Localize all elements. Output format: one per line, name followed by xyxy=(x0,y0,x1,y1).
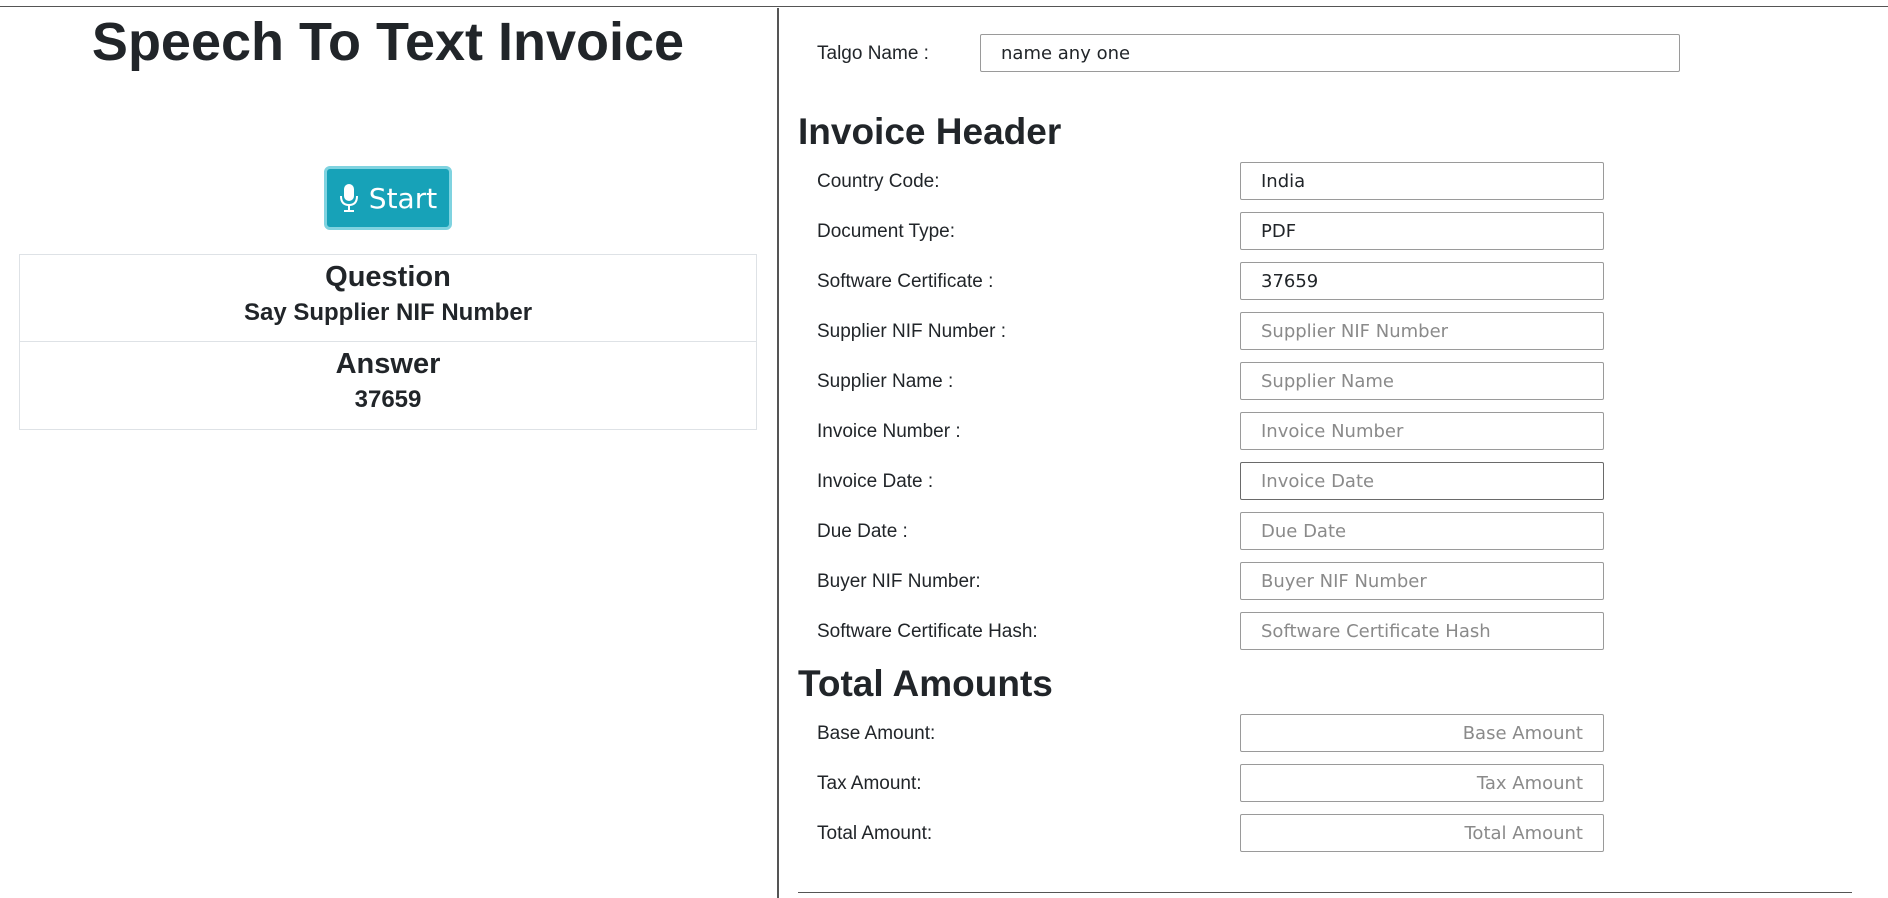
total-amount-input[interactable] xyxy=(1240,814,1604,852)
document-type-input[interactable] xyxy=(1240,212,1604,250)
invoice-header-title: Invoice Header xyxy=(798,111,1062,152)
total-amount-label: Total Amount: xyxy=(817,823,933,844)
due-date-label: Due Date : xyxy=(817,521,908,542)
question-text: Say Supplier NIF Number xyxy=(243,299,533,326)
invoice-number-input[interactable] xyxy=(1240,412,1604,450)
start-button-label: Start xyxy=(368,181,438,215)
panel-divider xyxy=(777,8,779,898)
supplier-name-label: Supplier Name : xyxy=(817,371,954,392)
due-date-input[interactable] xyxy=(1240,512,1604,550)
answer-heading: Answer xyxy=(335,348,441,380)
software-certificate-label: Software Certificate : xyxy=(817,271,994,292)
right-panel: Talgo Name : Invoice Header Country Code… xyxy=(780,0,1888,898)
supplier-nif-label: Supplier NIF Number : xyxy=(817,321,1007,342)
invoice-number-label: Invoice Number : xyxy=(817,421,961,442)
invoice-date-label: Invoice Date : xyxy=(817,471,934,492)
microphone-icon xyxy=(339,184,358,212)
buyer-nif-input[interactable] xyxy=(1240,562,1604,600)
tax-amount-label: Tax Amount: xyxy=(817,773,922,794)
talgo-name-label: Talgo Name : xyxy=(817,43,929,64)
total-amounts-title: Total Amounts xyxy=(798,663,1053,704)
left-panel: Speech To Text Invoice Start Question Sa… xyxy=(0,0,776,898)
country-code-label: Country Code: xyxy=(817,171,940,192)
software-certificate-hash-input[interactable] xyxy=(1240,612,1604,650)
country-code-input[interactable] xyxy=(1240,162,1604,200)
question-heading: Question xyxy=(325,261,451,293)
supplier-name-input[interactable] xyxy=(1240,362,1604,400)
bottom-divider xyxy=(798,892,1852,893)
base-amount-input[interactable] xyxy=(1240,714,1604,752)
answer-text: 37659 xyxy=(354,386,422,413)
page-title: Speech To Text Invoice xyxy=(91,12,685,72)
answer-box: Answer 37659 xyxy=(19,342,757,430)
software-certificate-input[interactable] xyxy=(1240,262,1604,300)
question-box: Question Say Supplier NIF Number xyxy=(19,254,757,342)
software-certificate-hash-label: Software Certificate Hash: xyxy=(817,621,1038,642)
start-button[interactable]: Start xyxy=(324,166,452,230)
document-type-label: Document Type: xyxy=(817,221,956,242)
tax-amount-input[interactable] xyxy=(1240,764,1604,802)
base-amount-label: Base Amount: xyxy=(817,723,936,744)
invoice-date-input[interactable] xyxy=(1240,462,1604,500)
supplier-nif-input[interactable] xyxy=(1240,312,1604,350)
talgo-name-input[interactable] xyxy=(980,34,1680,72)
buyer-nif-label: Buyer NIF Number: xyxy=(817,571,981,592)
